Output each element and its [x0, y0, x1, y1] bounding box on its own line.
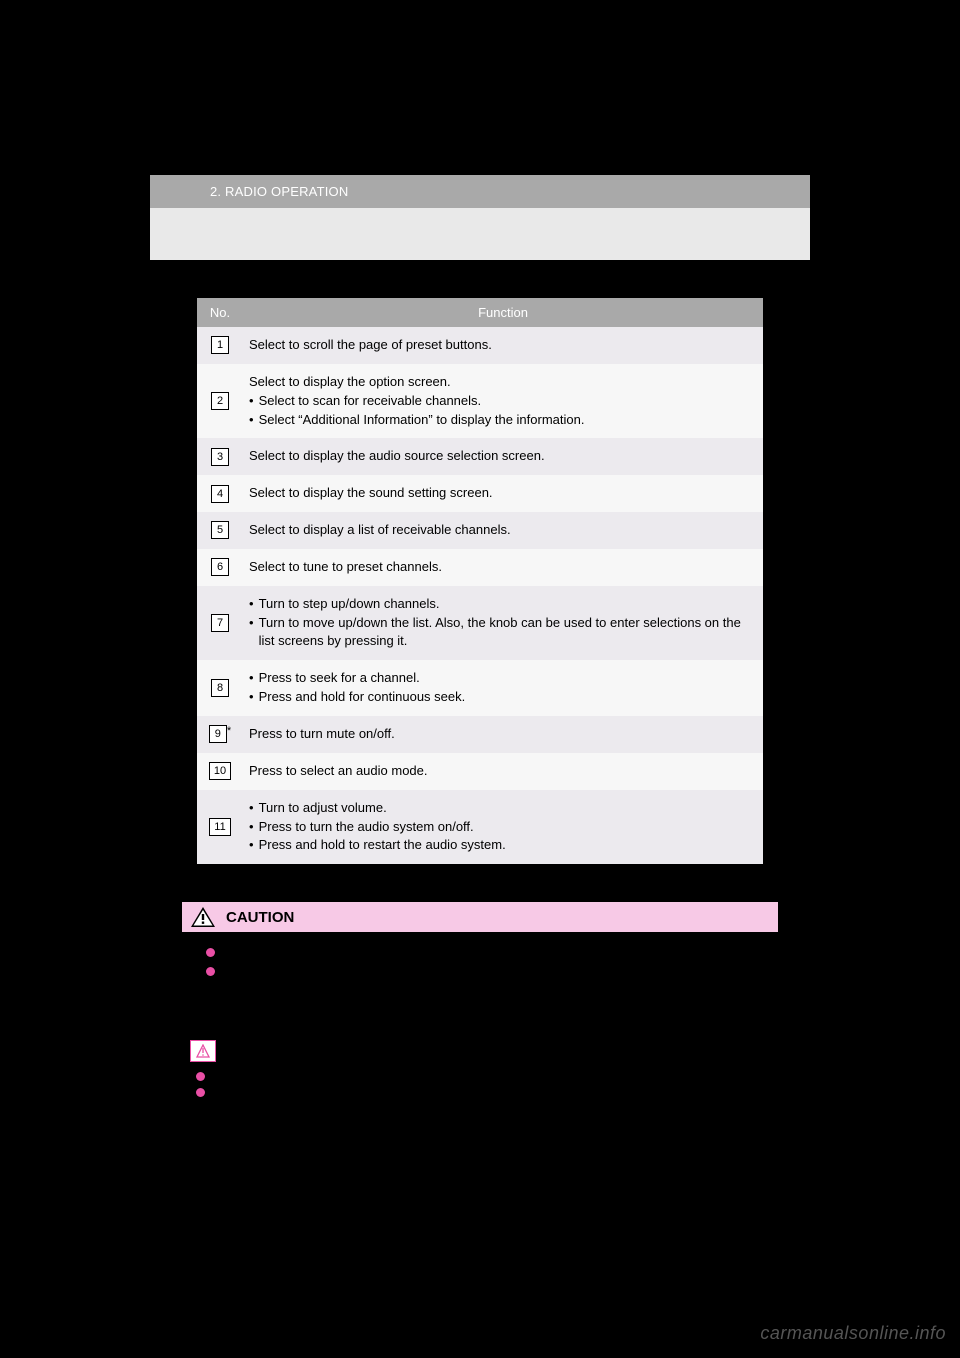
row-number-cell: 4 [197, 475, 243, 512]
row-number-cell: 9* [197, 716, 243, 753]
function-text: Select to display the sound setting scre… [249, 484, 753, 503]
row-number-box: 4 [211, 485, 229, 503]
row-number-box: 8 [211, 679, 229, 697]
row-number-box: 1 [211, 336, 229, 354]
row-function-cell: Select to display a list of receivable c… [243, 512, 763, 549]
notice-box [182, 1034, 778, 1097]
bullet-icon [206, 967, 215, 976]
column-header-no: No. [197, 298, 243, 327]
row-function-cell: Select to display the option screen.Sele… [243, 364, 763, 439]
table-row: 1 Select to scroll the page of preset but… [197, 327, 763, 364]
notice-body [182, 1068, 778, 1097]
table-row: 4 Select to display the sound setting scr… [197, 475, 763, 512]
function-bullet: Press and hold to restart the audio syst… [249, 836, 753, 855]
row-number-box: 6 [211, 558, 229, 576]
page-header: 2. RADIO OPERATION [150, 175, 810, 208]
row-number-cell: 2 [197, 364, 243, 439]
function-bullet: Turn to move up/down the list. Also, the… [249, 614, 753, 652]
function-bullet: Turn to adjust volume. [249, 799, 753, 818]
function-text: Select to display the option screen. [249, 373, 753, 392]
function-bullet: Press to seek for a channel. [249, 669, 753, 688]
bullet-icon [196, 1072, 205, 1081]
function-bullet: Select “Additional Information” to displ… [249, 411, 753, 430]
table-row: 2Select to display the option screen.Sel… [197, 364, 763, 439]
row-number-cell: 3 [197, 438, 243, 475]
row-number-box: 10 [209, 762, 231, 780]
row-number-cell: 1 [197, 327, 243, 364]
asterisk-mark: * [227, 725, 231, 737]
row-number-cell: 11 [197, 790, 243, 865]
function-text: Select to scroll the page of preset butt… [249, 336, 753, 355]
row-function-cell: Select to display the sound setting scre… [243, 475, 763, 512]
row-function-cell: Turn to adjust volume.Press to turn the … [243, 790, 763, 865]
caution-body [182, 932, 778, 998]
function-bullet: Select to scan for receivable channels. [249, 392, 753, 411]
watermark-text: carmanualsonline.info [760, 1323, 946, 1344]
page-sub-header [150, 208, 810, 260]
warning-triangle-icon [190, 906, 216, 928]
table-row: 10 Press to select an audio mode. [197, 753, 763, 790]
function-text: Select to display the audio source selec… [249, 447, 753, 466]
bullet-icon [206, 948, 215, 957]
caution-item [206, 944, 766, 957]
row-number-cell: 6 [197, 549, 243, 586]
row-function-cell: Select to scroll the page of preset butt… [243, 327, 763, 364]
row-number-cell: 8 [197, 660, 243, 716]
page-container: 2. RADIO OPERATION No. Function 1 Select … [150, 175, 810, 1100]
column-header-function: Function [243, 298, 763, 327]
caution-header: CAUTION [182, 902, 778, 932]
row-function-cell: Press to select an audio mode. [243, 753, 763, 790]
function-table: No. Function 1 Select to scroll the page … [197, 298, 763, 864]
function-table-container: No. Function 1 Select to scroll the page … [197, 298, 763, 864]
table-row: 6 Select to tune to preset channels. [197, 549, 763, 586]
table-row: 5 Select to display a list of receivable … [197, 512, 763, 549]
table-row: 9* Press to turn mute on/off. [197, 716, 763, 753]
notice-icon [190, 1040, 216, 1062]
row-number-box: 7 [211, 614, 229, 632]
row-number-box: 11 [209, 818, 231, 836]
caution-item [206, 963, 766, 976]
row-number-box: 5 [211, 521, 229, 539]
table-row: 8 Press to seek for a channel.Press and h… [197, 660, 763, 716]
function-text: Press to select an audio mode. [249, 762, 753, 781]
bullet-icon [196, 1088, 205, 1097]
table-row: 7 Turn to step up/down channels.Turn to m… [197, 586, 763, 661]
function-text: Press to turn mute on/off. [249, 725, 753, 744]
caution-title: CAUTION [226, 909, 294, 926]
function-bullet: Press to turn the audio system on/off. [249, 818, 753, 837]
function-bullet: Turn to step up/down channels. [249, 595, 753, 614]
table-row: 3 Select to display the audio source sele… [197, 438, 763, 475]
function-bullet: Press and hold for continuous seek. [249, 688, 753, 707]
row-number-cell: 5 [197, 512, 243, 549]
row-number-box: 9 [209, 725, 227, 743]
caution-box: CAUTION [182, 902, 778, 998]
row-function-cell: Select to tune to preset channels. [243, 549, 763, 586]
function-text: Select to tune to preset channels. [249, 558, 753, 577]
row-number-box: 2 [211, 392, 229, 410]
row-function-cell: Press to turn mute on/off. [243, 716, 763, 753]
row-number-box: 3 [211, 448, 229, 466]
table-header-row: No. Function [197, 298, 763, 327]
row-function-cell: Select to display the audio source selec… [243, 438, 763, 475]
function-text: Select to display a list of receivable c… [249, 521, 753, 540]
table-row: 11 Turn to adjust volume.Press to turn th… [197, 790, 763, 865]
row-function-cell: Press to seek for a channel.Press and ho… [243, 660, 763, 716]
row-number-cell: 7 [197, 586, 243, 661]
row-number-cell: 10 [197, 753, 243, 790]
notice-item [182, 1084, 778, 1097]
notice-item [182, 1068, 778, 1081]
notice-header [182, 1034, 778, 1068]
row-function-cell: Turn to step up/down channels.Turn to mo… [243, 586, 763, 661]
